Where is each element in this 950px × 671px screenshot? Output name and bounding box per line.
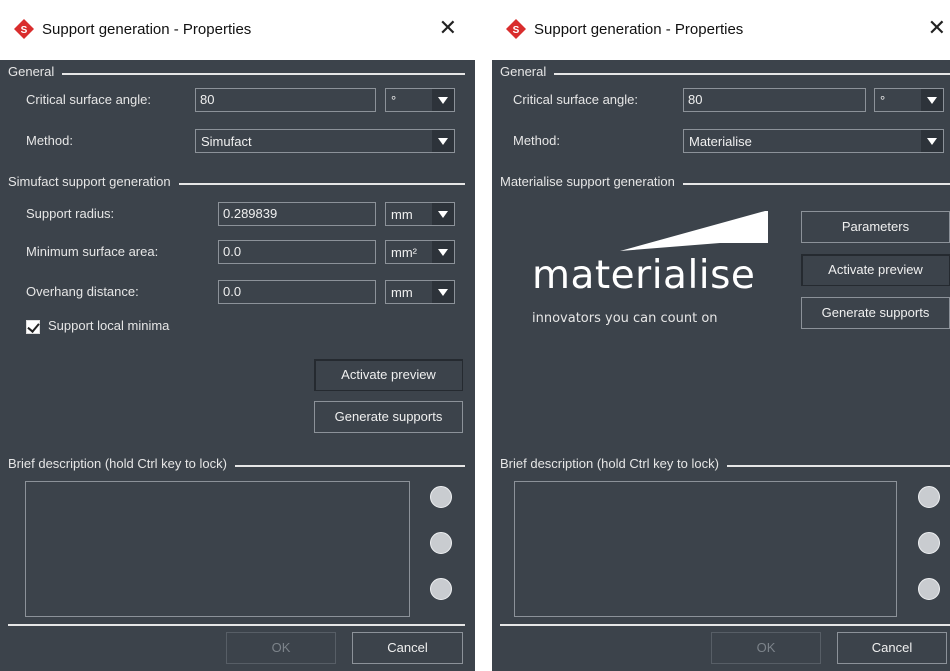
add-icon[interactable] bbox=[430, 532, 452, 554]
critical-angle-input[interactable]: 80 bbox=[195, 88, 376, 112]
method-value: Simufact bbox=[201, 134, 252, 149]
support-radius-unit-select[interactable]: mm bbox=[385, 202, 455, 226]
brief-description-textarea[interactable] bbox=[25, 481, 410, 617]
section-brief-label: Brief description (hold Ctrl key to lock… bbox=[8, 456, 235, 471]
section-general-label: General bbox=[8, 64, 63, 79]
chevron-down-icon bbox=[432, 89, 454, 111]
section-simufact-label: Simufact support generation bbox=[8, 174, 179, 189]
materialise-logo-text: materialise bbox=[532, 253, 756, 298]
activate-preview-button[interactable]: Activate preview bbox=[801, 254, 950, 286]
overhang-unit: mm bbox=[391, 285, 413, 300]
section-simufact: Simufact support generation bbox=[8, 174, 465, 190]
simufact-logo-icon: S bbox=[14, 19, 34, 39]
critical-angle-input[interactable]: 80 bbox=[683, 88, 866, 112]
method-label: Method: bbox=[513, 133, 560, 148]
section-materialise: Materialise support generation bbox=[500, 174, 950, 190]
generate-supports-button[interactable]: Generate supports bbox=[801, 297, 950, 329]
ok-button[interactable]: OK bbox=[711, 632, 821, 664]
overhang-input[interactable]: 0.0 bbox=[218, 280, 376, 304]
method-label: Method: bbox=[26, 133, 73, 148]
method-select[interactable]: Simufact bbox=[195, 129, 455, 153]
section-divider bbox=[8, 73, 465, 75]
title-bar: S Support generation - Properties ✕ bbox=[492, 0, 950, 60]
min-surface-label: Minimum surface area: bbox=[26, 244, 159, 259]
chevron-down-icon bbox=[432, 203, 454, 225]
support-radius-unit: mm bbox=[391, 207, 413, 222]
svg-text:S: S bbox=[21, 25, 28, 36]
activate-preview-button[interactable]: Activate preview bbox=[314, 359, 463, 391]
svg-text:S: S bbox=[513, 25, 520, 36]
critical-angle-label: Critical surface angle: bbox=[513, 92, 638, 107]
ok-button[interactable]: OK bbox=[226, 632, 336, 664]
section-general: General bbox=[8, 64, 465, 80]
chevron-down-icon bbox=[921, 130, 943, 152]
support-properties-window-materialise: S Support generation - Properties ✕ Gene… bbox=[492, 0, 950, 671]
section-brief: Brief description (hold Ctrl key to lock… bbox=[500, 456, 950, 472]
play-icon[interactable] bbox=[430, 578, 452, 600]
method-select[interactable]: Materialise bbox=[683, 129, 944, 153]
overhang-unit-select[interactable]: mm bbox=[385, 280, 455, 304]
section-brief-label: Brief description (hold Ctrl key to lock… bbox=[500, 456, 727, 471]
section-materialise-label: Materialise support generation bbox=[500, 174, 683, 189]
close-icon[interactable]: ✕ bbox=[439, 15, 457, 41]
support-minima-checkbox[interactable] bbox=[26, 320, 40, 334]
section-general: General bbox=[500, 64, 950, 80]
chevron-down-icon bbox=[432, 130, 454, 152]
critical-angle-label: Critical surface angle: bbox=[26, 92, 151, 107]
section-general-label: General bbox=[500, 64, 555, 79]
simufact-logo-icon: S bbox=[506, 19, 526, 39]
min-surface-unit: mm² bbox=[391, 245, 417, 260]
support-radius-label: Support radius: bbox=[26, 206, 115, 221]
play-icon[interactable] bbox=[918, 578, 940, 600]
angle-unit-select[interactable]: ° bbox=[874, 88, 944, 112]
materialise-logo-mark bbox=[620, 211, 768, 251]
method-value: Materialise bbox=[689, 134, 752, 149]
min-surface-unit-select[interactable]: mm² bbox=[385, 240, 455, 264]
footer-divider bbox=[8, 624, 465, 626]
footer-divider bbox=[500, 624, 950, 626]
title-bar: S Support generation - Properties ✕ bbox=[0, 0, 475, 60]
parameters-button[interactable]: Parameters bbox=[801, 211, 950, 243]
support-minima-label: Support local minima bbox=[48, 318, 170, 333]
chevron-down-icon bbox=[921, 89, 943, 111]
cancel-button[interactable]: Cancel bbox=[352, 632, 463, 664]
section-divider bbox=[500, 73, 950, 75]
support-properties-window-simufact: S Support generation - Properties ✕ Gene… bbox=[0, 0, 475, 671]
close-icon[interactable]: ✕ bbox=[928, 15, 946, 41]
chevron-down-icon bbox=[432, 241, 454, 263]
generate-supports-button[interactable]: Generate supports bbox=[314, 401, 463, 433]
materialise-tagline: innovators you can count on bbox=[532, 311, 718, 326]
section-brief: Brief description (hold Ctrl key to lock… bbox=[8, 456, 465, 472]
min-surface-input[interactable]: 0.0 bbox=[218, 240, 376, 264]
window-title: Support generation - Properties bbox=[42, 21, 252, 38]
chevron-down-icon bbox=[432, 281, 454, 303]
lock-icon[interactable] bbox=[918, 486, 940, 508]
angle-unit-value: ° bbox=[880, 93, 886, 108]
brief-description-textarea[interactable] bbox=[514, 481, 897, 617]
angle-unit-value: ° bbox=[391, 93, 397, 108]
cancel-button[interactable]: Cancel bbox=[837, 632, 947, 664]
angle-unit-select[interactable]: ° bbox=[385, 88, 455, 112]
window-title: Support generation - Properties bbox=[534, 21, 744, 38]
support-radius-input[interactable]: 0.289839 bbox=[218, 202, 376, 226]
add-icon[interactable] bbox=[918, 532, 940, 554]
overhang-label: Overhang distance: bbox=[26, 284, 139, 299]
lock-icon[interactable] bbox=[430, 486, 452, 508]
